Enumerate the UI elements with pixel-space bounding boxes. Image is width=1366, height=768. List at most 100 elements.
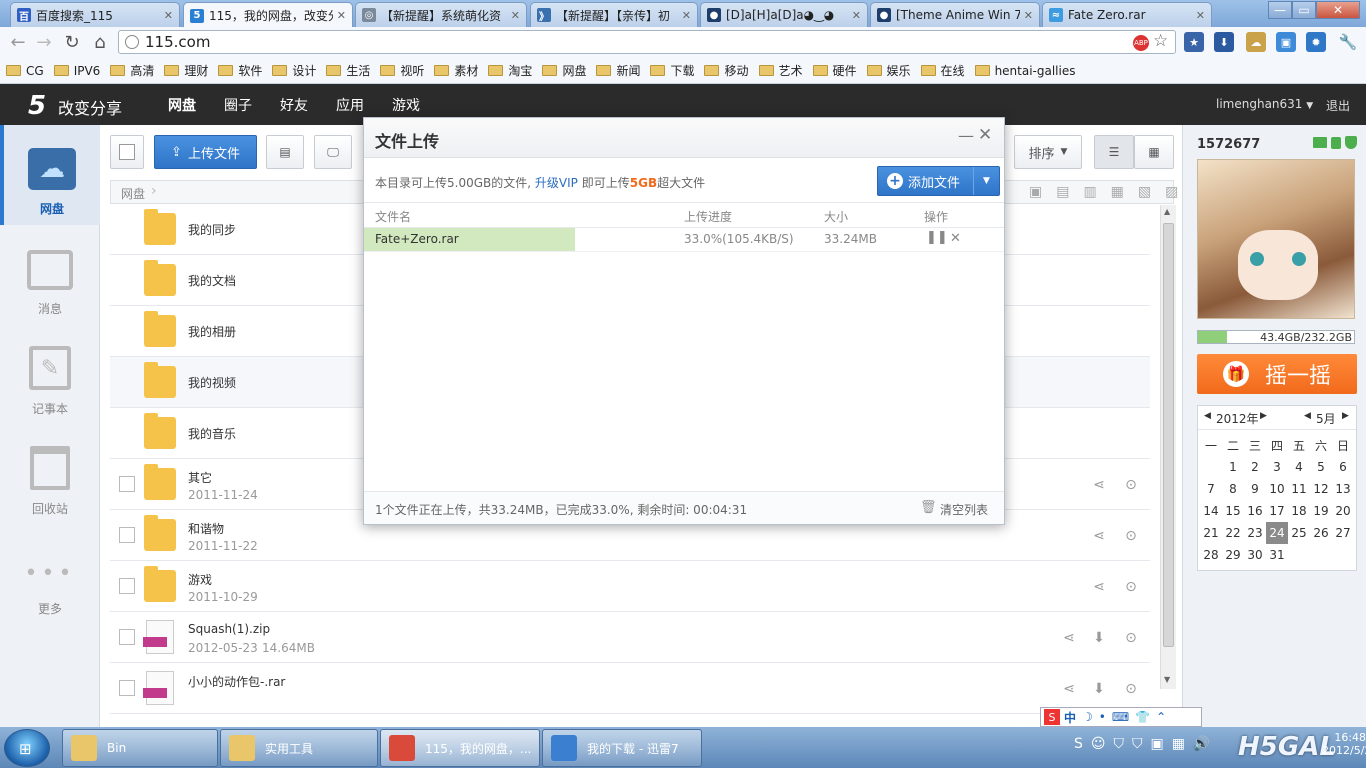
- clear-list-button[interactable]: 清空列表: [940, 501, 988, 518]
- browser-tab[interactable]: ◎ 【新提醒】系统萌化资 ✕: [355, 2, 527, 27]
- calendar-day[interactable]: 2: [1244, 456, 1266, 478]
- browser-tab[interactable]: 5 115，我的网盘，改变分 ✕: [183, 2, 353, 28]
- grid-view-button[interactable]: ▦: [1134, 135, 1174, 169]
- dialog-header[interactable]: 文件上传 — ✕: [364, 118, 1004, 158]
- minimize-button[interactable]: —: [1268, 1, 1292, 19]
- bookmark-item[interactable]: 硬件: [812, 62, 857, 79]
- file-name[interactable]: 其它: [188, 469, 212, 486]
- calendar-day[interactable]: 25: [1288, 522, 1310, 544]
- file-name[interactable]: 我的相册: [188, 323, 236, 340]
- row-checkbox[interactable]: [119, 629, 135, 645]
- sidebar-item-messages[interactable]: 消息: [0, 225, 100, 325]
- forward-button[interactable]: →: [32, 31, 56, 53]
- download-icon[interactable]: ⬇: [1090, 680, 1108, 698]
- avatar[interactable]: [1197, 159, 1355, 319]
- bookmark-item[interactable]: 娱乐: [866, 62, 911, 79]
- sidebar-item-notes[interactable]: ✎ 记事本: [0, 325, 100, 425]
- tab-close-icon[interactable]: ✕: [678, 9, 691, 22]
- sidebar-item-recycle[interactable]: 回收站: [0, 425, 100, 525]
- browser-tab[interactable]: ● [D]a[H]a[D]a◕‿◕ ✕: [700, 2, 868, 27]
- file-name[interactable]: 小小的动作包-.rar: [188, 673, 285, 690]
- offline-download-button[interactable]: 🖵: [314, 135, 352, 169]
- bookmark-item[interactable]: 网盘: [542, 62, 586, 79]
- bookmark-item[interactable]: 理财: [164, 62, 208, 79]
- tab-close-icon[interactable]: ✕: [1020, 9, 1033, 22]
- calendar-day[interactable]: 5: [1310, 456, 1332, 478]
- bookmark-item[interactable]: 在线: [920, 62, 965, 79]
- scroll-down-icon[interactable]: ▼: [1164, 675, 1170, 684]
- more-options-icon[interactable]: ⊙: [1122, 527, 1140, 545]
- calendar-day[interactable]: 1: [1222, 456, 1244, 478]
- site-logo-icon[interactable]: 5: [28, 91, 46, 121]
- scrollbar-thumb[interactable]: [1163, 223, 1174, 647]
- shake-button[interactable]: 🎁 摇一摇: [1197, 354, 1357, 394]
- next-year-icon[interactable]: ▶: [1260, 411, 1267, 421]
- calendar-day[interactable]: 6: [1332, 456, 1354, 478]
- calendar-day[interactable]: 12: [1310, 478, 1332, 500]
- file-type-filter-icons[interactable]: ▣▤▥▦▧▨: [1029, 184, 1192, 200]
- browser-tab[interactable]: 百百度搜索_115 ✕: [10, 2, 180, 27]
- screen-capture-icon[interactable]: ▣: [1276, 32, 1296, 52]
- share-icon[interactable]: ⋖: [1090, 578, 1108, 596]
- bookmark-item[interactable]: 视听: [380, 62, 424, 79]
- calendar-day[interactable]: 8: [1222, 478, 1244, 500]
- calendar-day[interactable]: 31: [1266, 544, 1288, 566]
- star-icon[interactable]: ☆: [1153, 31, 1168, 51]
- bookmark-item[interactable]: 设计: [272, 62, 316, 79]
- list-view-button[interactable]: ☰: [1094, 135, 1134, 169]
- more-options-icon[interactable]: ⊙: [1122, 476, 1140, 494]
- maximize-button[interactable]: ▭: [1292, 1, 1316, 19]
- adblock-icon[interactable]: ABP: [1133, 35, 1149, 51]
- cancel-upload-icon[interactable]: ✕: [950, 231, 961, 246]
- phone-icon[interactable]: [1331, 137, 1341, 149]
- calendar-day[interactable]: 29: [1222, 544, 1244, 566]
- tab-close-icon[interactable]: ✕: [160, 9, 173, 22]
- calendar-day[interactable]: 22: [1222, 522, 1244, 544]
- row-checkbox[interactable]: [119, 578, 135, 594]
- sidebar-item-more[interactable]: ••• 更多: [0, 525, 100, 625]
- calendar-day[interactable]: 10: [1266, 478, 1288, 500]
- bookmark-item[interactable]: IPV6: [53, 64, 100, 78]
- bookmark-star-icon[interactable]: ★: [1184, 32, 1204, 52]
- taskbar-task[interactable]: Bin: [62, 729, 218, 767]
- back-button[interactable]: ←: [6, 31, 30, 53]
- bookmark-item[interactable]: hentai-gallies: [974, 64, 1076, 78]
- wrench-icon[interactable]: 🔧: [1338, 32, 1358, 52]
- select-all-button[interactable]: [110, 135, 144, 169]
- site-nav-item[interactable]: 应用: [336, 84, 364, 125]
- calendar-day[interactable]: 4: [1288, 456, 1310, 478]
- calendar-day[interactable]: 23: [1244, 522, 1266, 544]
- calendar-day[interactable]: 30: [1244, 544, 1266, 566]
- bookmark-item[interactable]: 素材: [434, 62, 478, 79]
- calendar-day[interactable]: 13: [1332, 478, 1354, 500]
- file-name[interactable]: 我的视频: [188, 374, 236, 391]
- calendar-day[interactable]: 3: [1266, 456, 1288, 478]
- pause-icon[interactable]: ❚❚: [926, 230, 948, 245]
- calendar-day[interactable]: 7: [1200, 478, 1222, 500]
- file-name[interactable]: 我的音乐: [188, 425, 236, 442]
- calendar-day[interactable]: 9: [1244, 478, 1266, 500]
- prev-year-icon[interactable]: ◀: [1204, 411, 1211, 421]
- site-nav-item[interactable]: 网盘: [168, 84, 196, 125]
- bookmark-item[interactable]: 高清: [110, 62, 154, 79]
- taskbar-task[interactable]: 115，我的网盘，...: [380, 729, 540, 767]
- home-button[interactable]: ⌂: [88, 31, 112, 53]
- upload-file-button[interactable]: ⇪ 上传文件: [154, 135, 257, 169]
- prev-month-icon[interactable]: ◀: [1304, 411, 1311, 421]
- browser-tab[interactable]: 》【新提醒】【亲传】初 ✕: [530, 2, 698, 27]
- table-row[interactable]: Squash(1).zip 2012-05-23 14.64MB ⋖ ⊙ ⬇: [110, 612, 1150, 663]
- calendar-day[interactable]: 14: [1200, 500, 1222, 522]
- clock[interactable]: 16:48 2012/5/24: [1322, 731, 1366, 757]
- bookmark-item[interactable]: 下载: [650, 62, 694, 79]
- calendar-day[interactable]: 11: [1288, 478, 1310, 500]
- more-options-icon[interactable]: ⊙: [1122, 680, 1140, 698]
- mail-icon[interactable]: [1313, 137, 1327, 148]
- close-window-button[interactable]: ✕: [1316, 1, 1360, 19]
- bookmark-item[interactable]: 淘宝: [488, 62, 532, 79]
- calendar-day[interactable]: 27: [1332, 522, 1354, 544]
- sort-button[interactable]: 排序 ▼: [1014, 135, 1082, 169]
- row-checkbox[interactable]: [119, 476, 135, 492]
- tab-close-icon[interactable]: ✕: [507, 9, 520, 22]
- calendar-day[interactable]: 20: [1332, 500, 1354, 522]
- more-options-icon[interactable]: ⊙: [1122, 578, 1140, 596]
